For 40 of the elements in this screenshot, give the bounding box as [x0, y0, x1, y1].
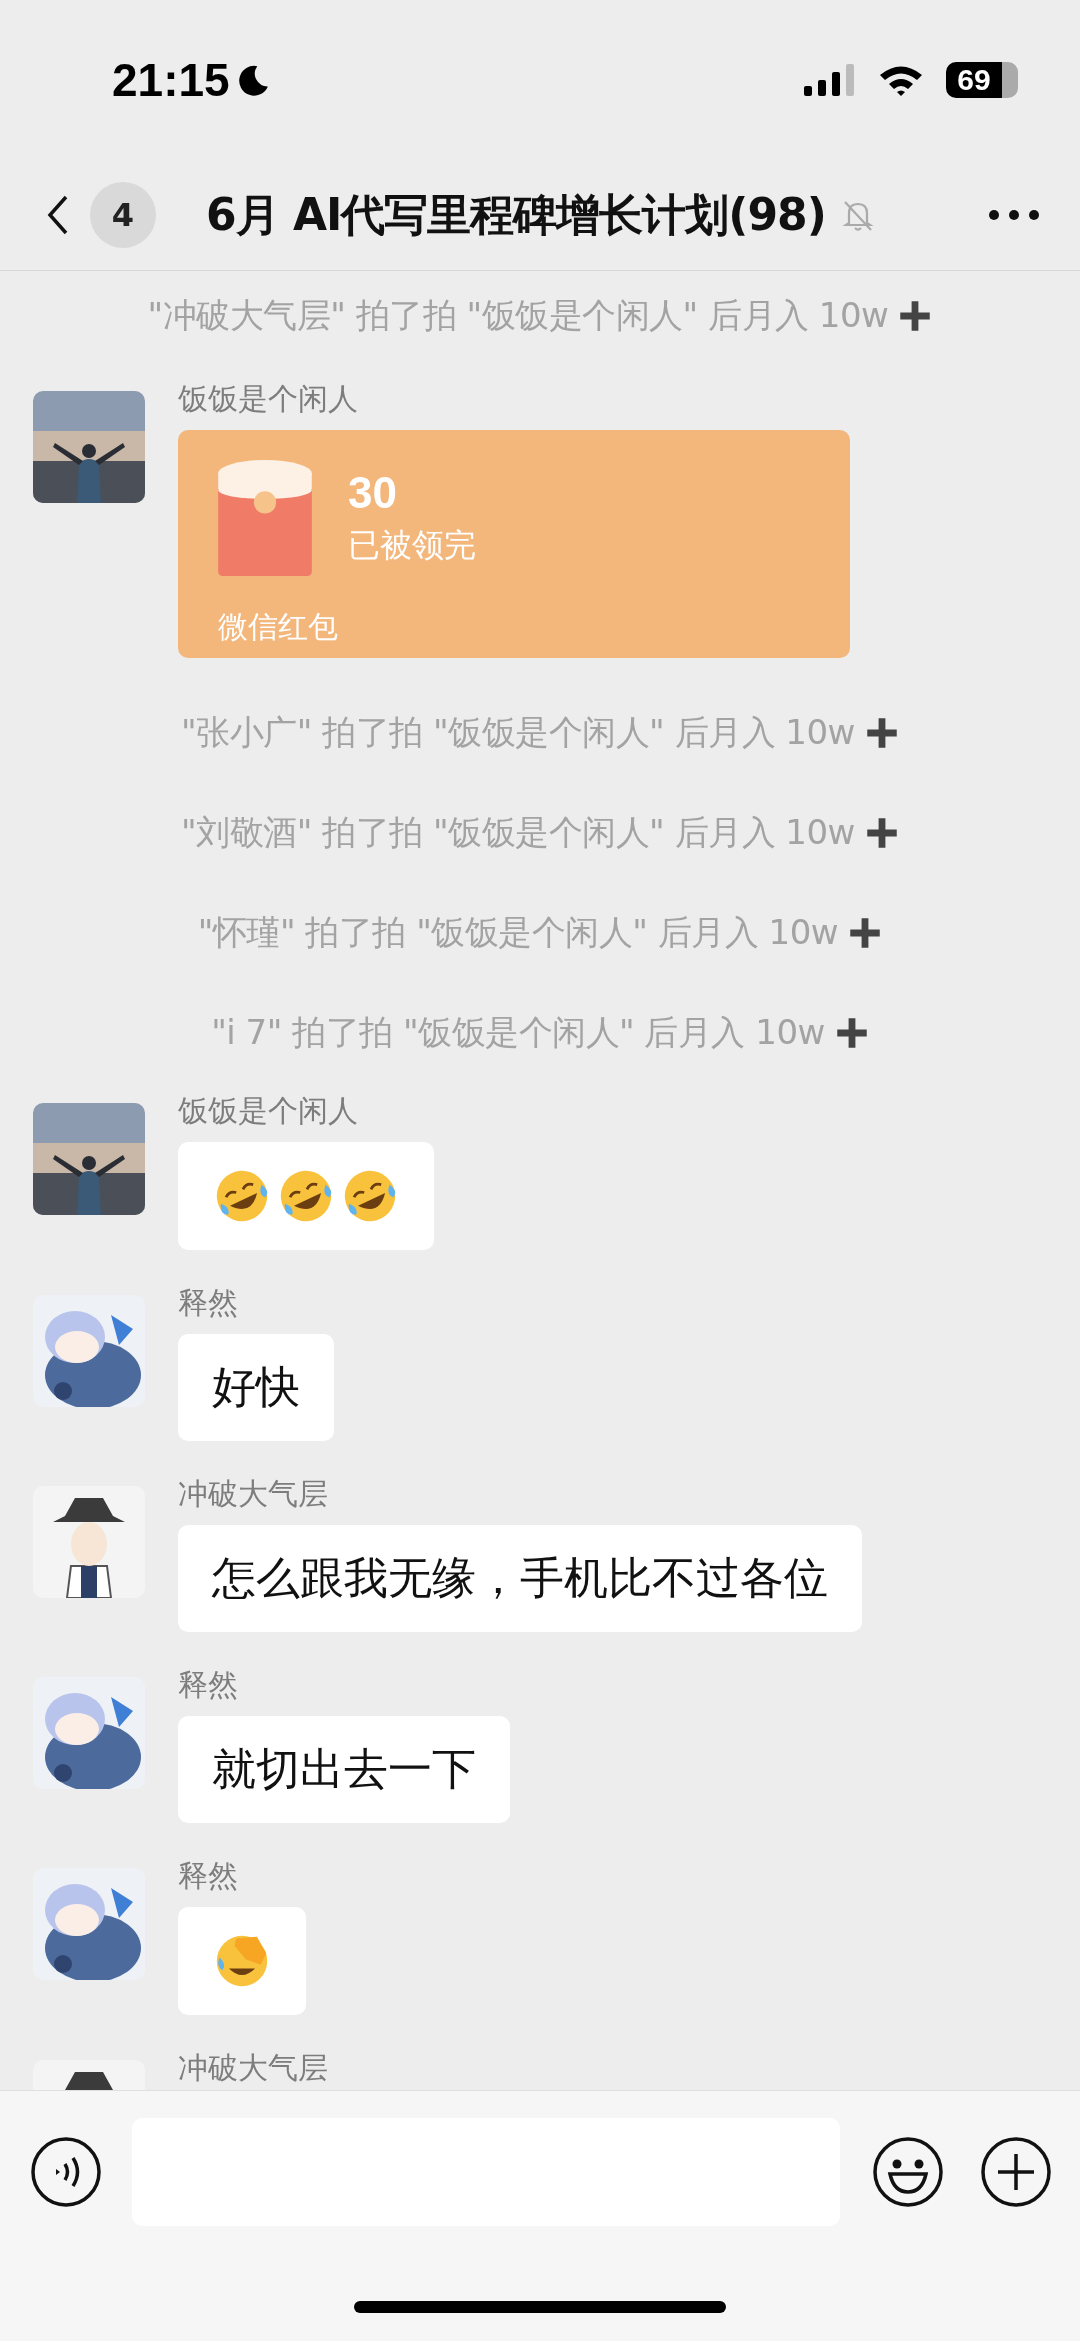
tickle-notice: "i 7" 拍了拍 "饭饭是个闲人" 后月入 10w — [211, 1011, 825, 1054]
facepalm-face-icon — [214, 1933, 270, 1989]
plus-icon — [864, 816, 899, 850]
packet-amount: 30 — [348, 468, 398, 518]
plus-icon — [834, 1016, 869, 1050]
battery-indicator: 69 — [946, 62, 1018, 98]
laughing-face-icon — [278, 1168, 334, 1224]
money-packet-card[interactable]: 30 已被领完 微信红包 — [178, 430, 850, 658]
sender-name: 冲破大气层 — [178, 1475, 328, 1513]
chat-title: 6月 AI代写里程碑增长计划(98) — [206, 187, 826, 242]
envelope-icon — [218, 460, 312, 576]
emoji-icon[interactable] — [872, 2136, 944, 2208]
sender-name: 饭饭是个闲人 — [178, 380, 358, 418]
plus-icon — [848, 916, 883, 950]
packet-status: 已被领完 — [348, 525, 476, 566]
laughing-face-icon — [214, 1168, 270, 1224]
laughing-face-icon — [342, 1168, 398, 1224]
add-icon[interactable] — [980, 2136, 1052, 2208]
status-time: 21:15 — [112, 53, 230, 107]
plus-icon — [864, 716, 899, 750]
tickle-notice: "怀瑾" 拍了拍 "饭饭是个闲人" 后月入 10w — [197, 911, 839, 954]
sender-name: 冲破大气层 — [178, 2049, 328, 2087]
sender-name: 释然 — [178, 1666, 238, 1704]
back-icon[interactable] — [46, 193, 70, 237]
plus-icon — [898, 299, 933, 333]
message-bubble: 怎么跟我无缘，手机比不过各位 — [178, 1525, 862, 1632]
unread-count: 4 — [90, 182, 156, 248]
sender-name: 释然 — [178, 1857, 238, 1895]
tickle-notice: "刘敬酒" 拍了拍 "饭饭是个闲人" 后月入 10w — [181, 811, 855, 854]
message-bubble: 好快 — [178, 1334, 334, 1441]
packet-label: 微信红包 — [218, 608, 339, 646]
wifi-icon — [878, 64, 924, 96]
tickle-notice: "张小广" 拍了拍 "饭饭是个闲人" 后月入 10w — [181, 711, 855, 754]
signal-icon — [804, 64, 856, 96]
voice-icon[interactable] — [30, 2136, 102, 2208]
more-icon[interactable] — [988, 209, 1040, 221]
sender-name: 释然 — [178, 1284, 238, 1322]
tickle-notice: "冲破大气层" 拍了拍 "饭饭是个闲人" 后月入 10w — [147, 294, 889, 337]
sender-name: 饭饭是个闲人 — [178, 1092, 358, 1130]
message-bubble: 就切出去一下 — [178, 1716, 510, 1823]
